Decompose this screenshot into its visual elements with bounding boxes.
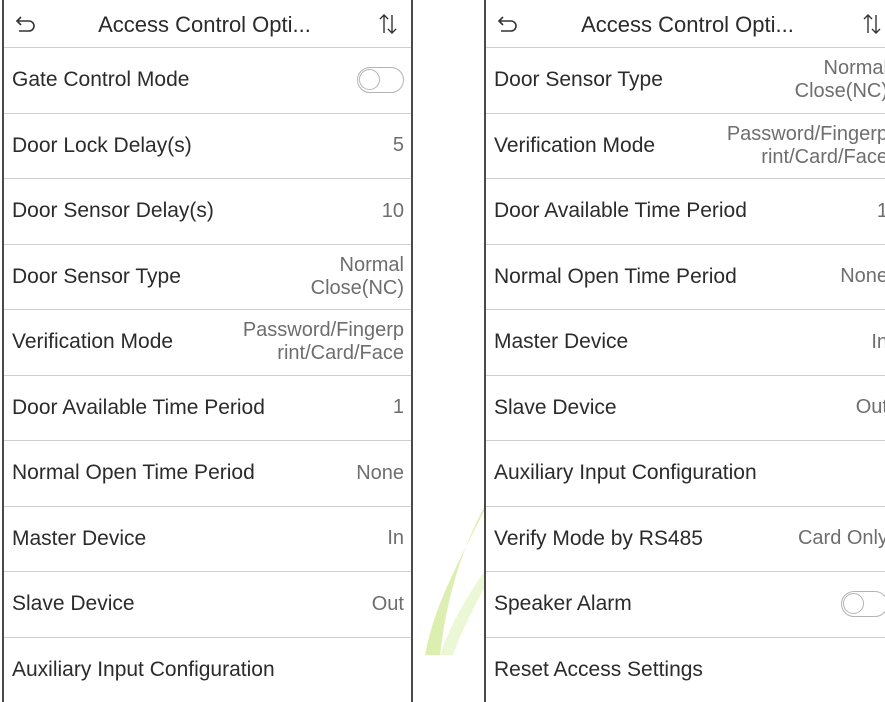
list-item-value: 5 [392,134,404,157]
list-item-value: Out [371,592,404,615]
options-list: Gate Control Mode Door Lock Delay(s) 5 D… [4,48,411,702]
list-item-value: None [356,461,404,484]
list-item-verification-mode[interactable]: Verification Mode Password/Fingerp rint/C… [4,310,411,376]
list-item-verify-mode-by-rs485[interactable]: Verify Mode by RS485 Card Only [486,506,885,572]
list-item-label: Normal Open Time Period [12,461,255,485]
list-item-label: Master Device [12,526,147,550]
list-item-label: Door Sensor Type [12,264,181,288]
list-item-label: Auxiliary Input Configuration [494,461,757,485]
list-item-master-device[interactable]: Master Device In [4,506,411,572]
list-item-auxiliary-input-configuration[interactable]: Auxiliary Input Configuration [4,637,411,702]
list-item-value: Card Only [797,527,885,550]
list-item-label: Reset Access Settings [494,657,703,681]
list-item-label: Verify Mode by RS485 [494,526,703,550]
list-item-value: Out [855,396,885,419]
list-item-auxiliary-input-configuration[interactable]: Auxiliary Input Configuration [486,441,885,507]
list-item-label: Auxiliary Input Configuration [12,657,275,681]
list-item-door-available-time-period[interactable]: Door Available Time Period 1 [486,179,885,245]
list-item-value: Normal Close(NC) [310,253,404,299]
list-item-door-available-time-period[interactable]: Door Available Time Period 1 [4,375,411,441]
gate-control-mode-toggle[interactable] [357,67,404,94]
options-list: Door Sensor Type Normal Close(NC) Verific… [486,48,885,702]
list-item-value: In [387,527,404,550]
title-bar: Access Control Opti... [4,0,411,48]
list-item-value: Password/Fingerp rint/Card/Face [242,319,404,365]
list-item-gate-control-mode[interactable]: Gate Control Mode [4,48,411,114]
list-item-verification-mode[interactable]: Verification Mode Password/Fingerp rint/C… [486,113,885,179]
stage: Access Control Opti... Gate Control Mode… [0,0,885,702]
list-item-value: Password/Fingerp rint/Card/Face [726,122,885,168]
list-item-value: 10 [381,199,404,222]
list-item-master-device[interactable]: Master Device In [486,310,885,376]
list-item-slave-device[interactable]: Slave Device Out [486,375,885,441]
list-item-value: 1 [877,200,885,223]
list-item-label: Master Device [494,330,629,354]
page-title: Access Control Opti... [98,12,311,37]
list-item-label: Door Sensor Delay(s) [12,199,214,223]
list-item-speaker-alarm[interactable]: Speaker Alarm [486,572,885,638]
list-item-normal-open-time-period[interactable]: Normal Open Time Period None [4,441,411,507]
list-item-value: Normal Close(NC) [794,57,885,103]
list-item-normal-open-time-period[interactable]: Normal Open Time Period None [486,244,885,310]
toggle-knob [359,69,380,91]
left-phone-screen: Access Control Opti... Gate Control Mode… [2,0,413,702]
list-item-label: Verification Mode [12,330,174,354]
list-item-label: Verification Mode [494,133,656,157]
list-item-label: Slave Device [494,395,617,419]
list-item-reset-access-settings[interactable]: Reset Access Settings [486,637,885,702]
list-item-slave-device[interactable]: Slave Device Out [4,572,411,638]
list-item-label: Door Available Time Period [12,395,265,419]
list-item-label: Door Sensor Type [494,68,663,92]
list-item-label: Normal Open Time Period [494,264,737,288]
list-item-value: None [840,265,885,288]
page-title: Access Control Opti... [581,12,794,37]
list-item-label: Gate Control Mode [12,68,190,92]
list-item-label: Speaker Alarm [494,592,632,616]
list-item-door-sensor-type[interactable]: Door Sensor Type Normal Close(NC) [486,48,885,114]
sort-icon[interactable] [377,13,399,35]
toggle-knob [843,593,864,615]
speaker-alarm-toggle[interactable] [841,591,885,618]
list-item-door-sensor-delay[interactable]: Door Sensor Delay(s) 10 [4,179,411,245]
list-item-value: In [871,330,885,353]
list-item-value: 1 [392,396,404,419]
list-item-door-sensor-type[interactable]: Door Sensor Type Normal Close(NC) [4,244,411,310]
list-item-door-lock-delay[interactable]: Door Lock Delay(s) 5 [4,113,411,179]
list-item-label: Door Available Time Period [494,199,747,223]
right-phone-screen: Access Control Opti... Door Sensor Type … [484,0,885,702]
list-item-label: Door Lock Delay(s) [12,133,192,157]
sort-icon[interactable] [861,13,883,35]
title-bar: Access Control Opti... [486,0,885,48]
list-item-label: Slave Device [12,592,135,616]
